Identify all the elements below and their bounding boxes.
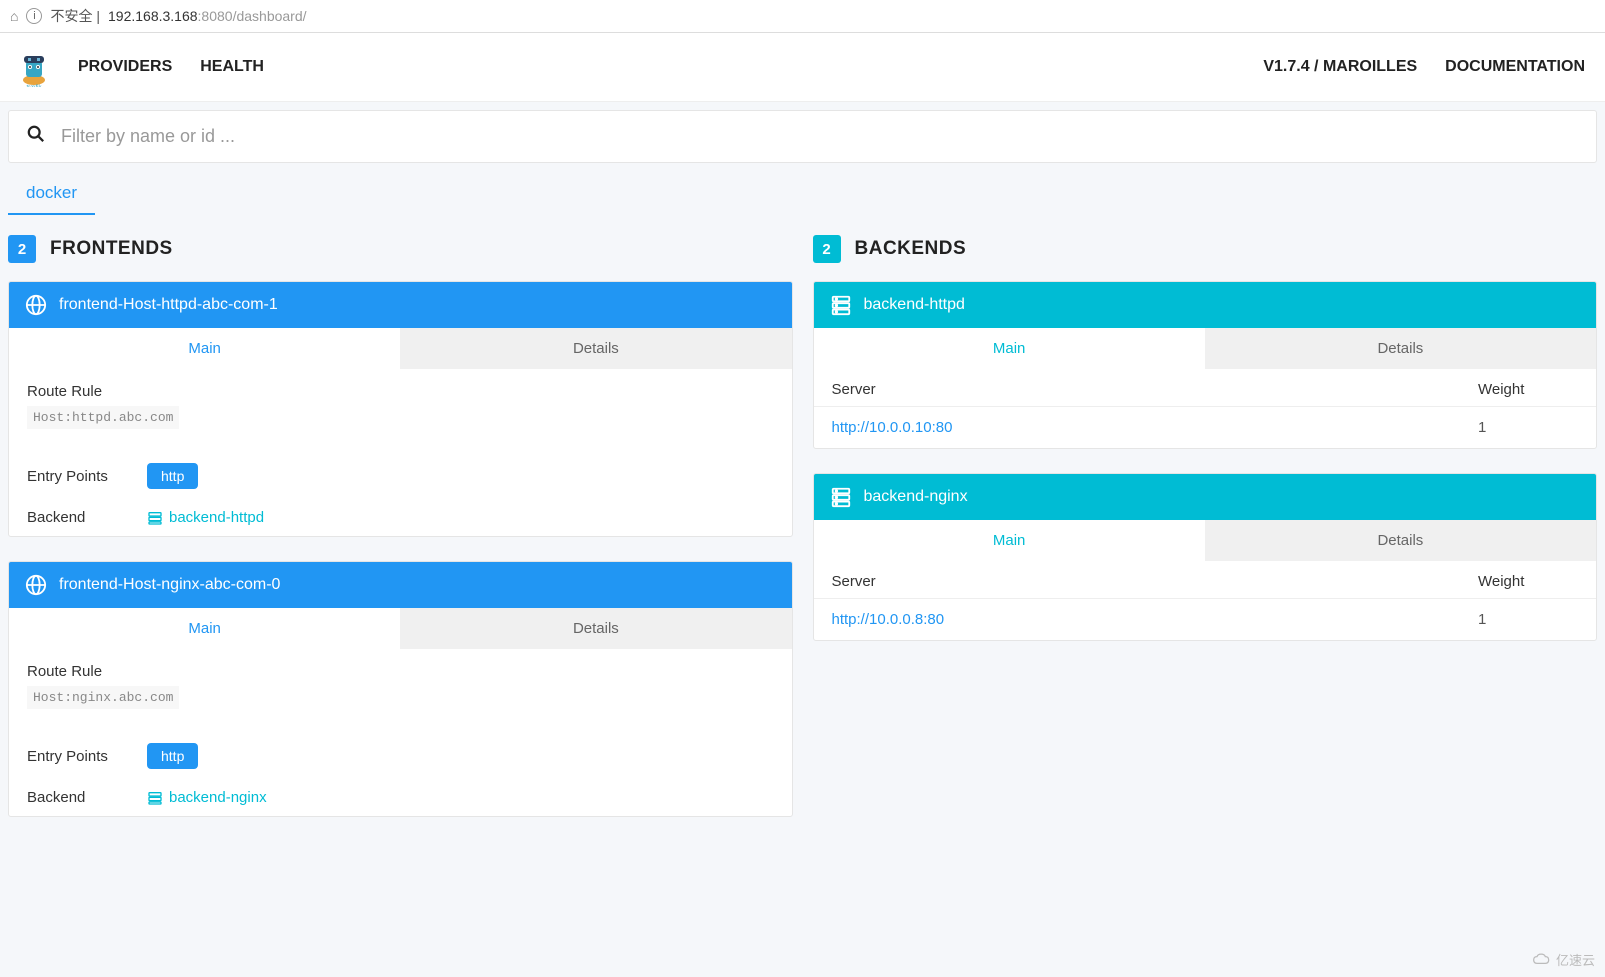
frontend-card-header: frontend-Host-httpd-abc-com-1 xyxy=(9,282,792,328)
route-rule-label: Route Rule xyxy=(27,663,774,680)
weight-column-header: Weight xyxy=(1478,381,1578,398)
backend-link[interactable]: backend-nginx xyxy=(147,789,267,806)
server-icon xyxy=(147,510,163,526)
entry-points-label: Entry Points xyxy=(27,748,147,765)
weight-column-header: Weight xyxy=(1478,573,1578,590)
server-icon xyxy=(830,486,852,508)
tab-details[interactable]: Details xyxy=(400,328,791,369)
search-icon xyxy=(27,125,45,148)
server-column-header: Server xyxy=(832,573,1479,590)
search-box xyxy=(8,110,1597,163)
backends-title: BACKENDS xyxy=(855,238,967,260)
server-url-link[interactable]: http://10.0.0.8:80 xyxy=(832,611,1479,628)
backend-label: Backend xyxy=(27,509,147,526)
route-rule-value: Host:httpd.abc.com xyxy=(27,406,179,429)
provider-tabs: docker xyxy=(8,173,1597,215)
server-column-header: Server xyxy=(832,381,1479,398)
table-row: http://10.0.0.10:80 1 xyxy=(814,407,1597,448)
frontend-card-header: frontend-Host-nginx-abc-com-0 xyxy=(9,562,792,608)
weight-value: 1 xyxy=(1478,419,1578,436)
route-rule-value: Host:nginx.abc.com xyxy=(27,686,179,709)
frontend-card: frontend-Host-httpd-abc-com-1 Main Detai… xyxy=(8,281,793,537)
watermark: 亿速云 xyxy=(1532,950,1595,969)
server-icon xyxy=(147,790,163,806)
nav-documentation[interactable]: DOCUMENTATION xyxy=(1445,58,1585,76)
globe-icon xyxy=(25,294,47,316)
backend-label: Backend xyxy=(27,789,147,806)
backends-column: 2 BACKENDS backend-httpd Main Details Se… xyxy=(813,235,1598,841)
frontend-name: frontend-Host-httpd-abc-com-1 xyxy=(59,296,278,314)
nav-providers[interactable]: PROVIDERS xyxy=(78,58,172,76)
tab-main[interactable]: Main xyxy=(814,328,1205,369)
table-row: http://10.0.0.8:80 1 xyxy=(814,599,1597,640)
home-icon[interactable]: ⌂ xyxy=(10,8,18,24)
frontend-name: frontend-Host-nginx-abc-com-0 xyxy=(59,576,280,594)
globe-icon xyxy=(25,574,47,596)
backend-card: backend-nginx Main Details Server Weight… xyxy=(813,473,1598,641)
tab-main[interactable]: Main xyxy=(9,608,400,649)
frontend-card: frontend-Host-nginx-abc-com-0 Main Detai… xyxy=(8,561,793,817)
entry-point-tag: http xyxy=(147,463,198,489)
tab-main[interactable]: Main xyxy=(814,520,1205,561)
tab-details[interactable]: Details xyxy=(1205,328,1596,369)
traefik-logo[interactable]: træfik xyxy=(10,43,58,91)
entry-point-tag: http xyxy=(147,743,198,769)
tab-docker[interactable]: docker xyxy=(8,173,95,215)
info-icon[interactable]: i xyxy=(26,8,42,24)
frontends-count-badge: 2 xyxy=(8,235,36,263)
server-icon xyxy=(830,294,852,316)
entry-points-label: Entry Points xyxy=(27,468,147,485)
backend-card-header: backend-httpd xyxy=(814,282,1597,328)
server-url-link[interactable]: http://10.0.0.10:80 xyxy=(832,419,1479,436)
frontends-column: 2 FRONTENDS frontend-Host-httpd-abc-com-… xyxy=(8,235,793,841)
tab-details[interactable]: Details xyxy=(1205,520,1596,561)
tab-details[interactable]: Details xyxy=(400,608,791,649)
backend-name: backend-httpd xyxy=(864,296,965,314)
url-text[interactable]: 192.168.3.168:8080/dashboard/ xyxy=(108,8,307,24)
insecure-label: 不安全 | xyxy=(50,6,100,26)
nav-health[interactable]: HEALTH xyxy=(200,58,264,76)
backends-count-badge: 2 xyxy=(813,235,841,263)
frontends-title: FRONTENDS xyxy=(50,238,173,260)
filter-input[interactable] xyxy=(61,126,1578,147)
top-nav: træfik PROVIDERS HEALTH V1.7.4 / MAROILL… xyxy=(0,33,1605,102)
svg-text:træfik: træfik xyxy=(27,85,43,87)
weight-value: 1 xyxy=(1478,611,1578,628)
backend-link[interactable]: backend-httpd xyxy=(147,509,264,526)
route-rule-label: Route Rule xyxy=(27,383,774,400)
browser-address-bar: ⌂ i 不安全 | 192.168.3.168:8080/dashboard/ xyxy=(0,0,1605,33)
backend-card-header: backend-nginx xyxy=(814,474,1597,520)
backend-card: backend-httpd Main Details Server Weight… xyxy=(813,281,1598,449)
tab-main[interactable]: Main xyxy=(9,328,400,369)
backend-name: backend-nginx xyxy=(864,488,968,506)
nav-version: V1.7.4 / MAROILLES xyxy=(1263,58,1417,76)
